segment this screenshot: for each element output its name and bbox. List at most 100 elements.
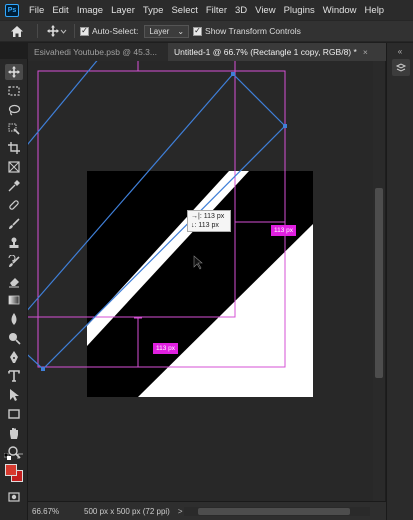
foreground-color-swatch[interactable]: [5, 464, 17, 476]
menu-window[interactable]: Window: [319, 5, 361, 16]
marquee-tool-icon: [8, 86, 20, 96]
eyedropper-tool-button[interactable]: [5, 178, 23, 194]
brush-tool-icon: [9, 218, 20, 229]
vertical-scrollbar[interactable]: [373, 61, 385, 501]
menu-help[interactable]: Help: [361, 5, 389, 16]
document-info: 500 px x 500 px (72 ppi): [84, 506, 170, 516]
horizontal-offset-value: 113 px: [203, 213, 225, 220]
move-tool-icon: [8, 66, 20, 78]
menu-image[interactable]: Image: [73, 5, 107, 16]
menu-select[interactable]: Select: [167, 5, 201, 16]
eyedropper-tool-icon: [8, 180, 20, 192]
hand-tool-button[interactable]: [5, 425, 23, 441]
options-separator: [37, 24, 38, 38]
history-brush-tool-button[interactable]: [5, 254, 23, 270]
auto-select-label: Auto-Select:: [92, 26, 139, 36]
frame-tool-icon: [8, 161, 20, 173]
menu-view[interactable]: View: [251, 5, 279, 16]
expand-panels-icon[interactable]: «: [394, 47, 406, 59]
horizontal-offset-icon: →|:: [191, 213, 202, 220]
menu-3d[interactable]: 3D: [231, 5, 251, 16]
canvas-workspace[interactable]: →|: 113 px ↓: 113 px 113 px 113 px: [28, 61, 373, 501]
menu-edit[interactable]: Edit: [48, 5, 72, 16]
chevron-down-icon: [60, 29, 66, 34]
canvas-artwork: [28, 61, 313, 397]
path-select-tool-icon: [10, 389, 19, 401]
checkmark-icon: ✓: [194, 26, 201, 35]
menu-layer[interactable]: Layer: [107, 5, 139, 16]
tools-panel: [0, 59, 28, 520]
blur-tool-icon: [11, 313, 17, 325]
home-button[interactable]: [8, 23, 26, 39]
blur-tool-button[interactable]: [5, 311, 23, 327]
pen-tool-icon: [10, 351, 18, 363]
history-brush-icon: [8, 255, 20, 267]
vertical-offset-icon: ↓:: [191, 222, 197, 229]
marquee-tool-button[interactable]: [5, 83, 23, 99]
show-transform-controls-checkbox[interactable]: ✓: [193, 26, 203, 36]
show-transform-controls-label: Show Transform Controls: [205, 26, 301, 36]
eraser-tool-icon: [9, 278, 19, 288]
healing-brush-tool-button[interactable]: [5, 197, 23, 213]
object-select-tool-icon: [8, 123, 20, 135]
auto-select-checkbox[interactable]: ✓: [80, 26, 89, 36]
vertical-scroll-thumb[interactable]: [375, 188, 383, 378]
swap-colors-icon[interactable]: [17, 453, 24, 460]
smart-guide-distance-label: 113 px: [271, 225, 297, 236]
move-tool-preset-button[interactable]: [43, 23, 69, 39]
clone-stamp-icon: [9, 237, 19, 248]
clone-stamp-tool-button[interactable]: [5, 235, 23, 251]
checkmark-icon: ✓: [81, 26, 88, 35]
default-colors-icon[interactable]: [4, 453, 11, 460]
gradient-tool-icon: [8, 295, 20, 305]
panel-icon: [395, 62, 407, 72]
chevron-down-icon: ⌄: [177, 26, 185, 36]
move-tool-button[interactable]: [5, 64, 23, 80]
crop-tool-icon: [8, 142, 20, 154]
menu-file[interactable]: File: [25, 5, 48, 16]
vertical-offset-value: 113 px: [198, 222, 219, 229]
frame-tool-button[interactable]: [5, 159, 23, 175]
photoshop-logo[interactable]: Ps: [5, 3, 19, 17]
lasso-tool-button[interactable]: [5, 102, 23, 118]
tab-label: Untitled-1 @ 66.7% (Rectangle 1 copy, RG…: [174, 47, 357, 57]
document-tab-bar: Esivahedi Youtube.psb @ 45.3... Untitled…: [28, 43, 386, 61]
menu-bar: Ps File Edit Image Layer Type Select Fil…: [0, 0, 413, 20]
horizontal-scrollbar[interactable]: [184, 507, 370, 516]
eraser-tool-button[interactable]: [5, 273, 23, 289]
lasso-tool-icon: [8, 104, 21, 116]
quick-mask-button[interactable]: [5, 489, 23, 505]
object-select-tool-button[interactable]: [5, 121, 23, 137]
close-icon[interactable]: ×: [363, 47, 368, 57]
status-menu-arrow-icon[interactable]: >: [178, 507, 183, 516]
auto-select-target-dropdown[interactable]: Layer ⌄: [144, 24, 190, 38]
tab-esivahedi-youtube[interactable]: Esivahedi Youtube.psb @ 45.3...: [28, 43, 168, 61]
pen-tool-button[interactable]: [5, 349, 23, 365]
move-tool-icon: [46, 25, 59, 37]
gradient-tool-button[interactable]: [5, 292, 23, 308]
crop-tool-button[interactable]: [5, 140, 23, 156]
options-bar: ✓ Auto-Select: Layer ⌄ ✓ Show Transform …: [0, 20, 413, 42]
rectangle-tool-button[interactable]: [5, 406, 23, 422]
horizontal-scroll-thumb[interactable]: [198, 508, 350, 515]
menu-filter[interactable]: Filter: [202, 5, 231, 16]
zoom-level[interactable]: 66.67%: [28, 507, 74, 516]
properties-panel-button[interactable]: [392, 59, 410, 76]
quick-mask-icon: [8, 492, 20, 502]
measurement-tooltip: →|: 113 px ↓: 113 px: [187, 210, 231, 232]
tab-label: Esivahedi Youtube.psb @ 45.3...: [34, 47, 157, 57]
menu-type[interactable]: Type: [139, 5, 168, 16]
rectangle-tool-icon: [8, 409, 20, 419]
tab-untitled-1[interactable]: Untitled-1 @ 66.7% (Rectangle 1 copy, RG…: [168, 43, 386, 61]
type-tool-icon: [8, 370, 20, 382]
options-separator: [74, 24, 75, 38]
smart-guide-distance-label: 113 px: [153, 343, 179, 354]
type-tool-button[interactable]: [5, 368, 23, 384]
collapsed-panels-strip: «: [386, 43, 413, 520]
brush-tool-button[interactable]: [5, 216, 23, 232]
path-select-tool-button[interactable]: [5, 387, 23, 403]
hand-tool-icon: [10, 428, 18, 439]
menu-plugins[interactable]: Plugins: [280, 5, 319, 16]
dodge-tool-button[interactable]: [5, 330, 23, 346]
status-bar: 66.67% 500 px x 500 px (72 ppi) >: [28, 501, 386, 520]
